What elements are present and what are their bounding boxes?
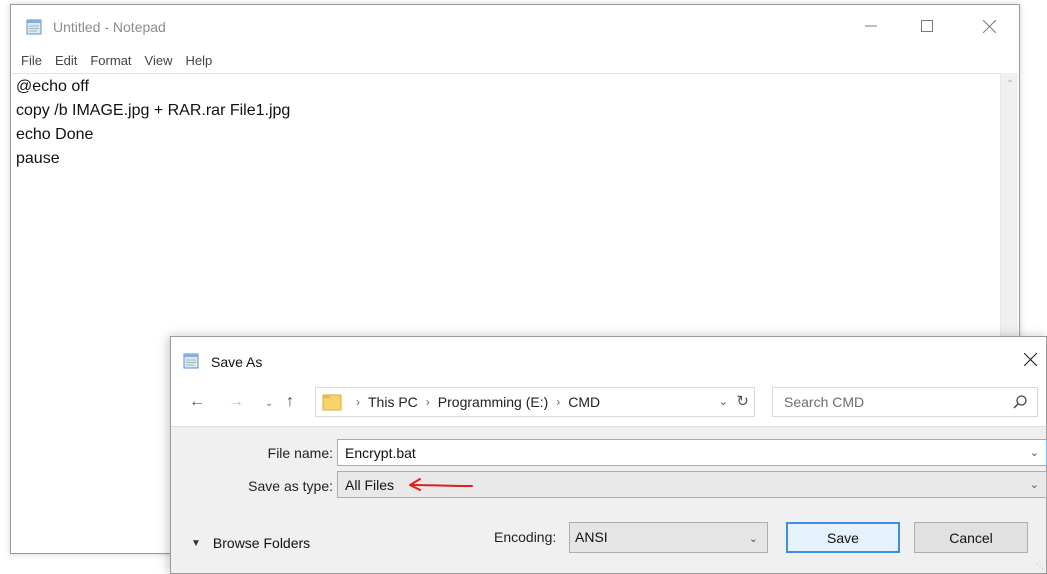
notepad-icon [183, 353, 199, 369]
scroll-up-icon[interactable]: ⌃ [1001, 79, 1019, 90]
chevron-down-icon: ⌄ [748, 533, 758, 545]
save-button[interactable]: Save [786, 522, 900, 553]
maximize-icon [921, 20, 933, 32]
search-input[interactable]: Search CMD [772, 387, 1038, 417]
menu-edit[interactable]: Edit [46, 49, 81, 73]
menu-file[interactable]: File [11, 49, 46, 73]
editor-line: copy /b IMAGE.jpg + RAR.rar File1.jpg [16, 102, 291, 119]
back-arrow-icon[interactable]: ← [189, 393, 205, 411]
search-icon [1013, 395, 1027, 409]
close-button[interactable] [966, 5, 1012, 47]
encoding-label: Encoding: [494, 529, 557, 545]
file-name-input[interactable]: Encrypt.bat ⌄ [337, 439, 1047, 466]
editor-line: echo Done [16, 126, 94, 143]
close-icon [982, 19, 996, 33]
save-as-type-label: Save as type: [248, 478, 333, 494]
folder-icon [322, 394, 342, 411]
breadcrumb-chevron-icon[interactable]: › [548, 395, 568, 409]
close-icon [1023, 352, 1037, 366]
breadcrumb-this-pc[interactable]: This PC [368, 394, 418, 410]
dialog-title: Save As [211, 354, 263, 370]
file-name-value: Encrypt.bat [345, 445, 416, 461]
file-name-label: File name: [267, 445, 333, 461]
chevron-down-icon[interactable]: ⌄ [1030, 478, 1039, 491]
menu-bar: File Edit Format View Help [11, 49, 216, 73]
search-placeholder: Search CMD [784, 394, 865, 410]
menu-help[interactable]: Help [176, 49, 216, 73]
maximize-button[interactable] [904, 5, 950, 47]
editor-line: @echo off [16, 78, 89, 95]
breadcrumb: › This PC › Programming (E:) › CMD [348, 388, 600, 416]
save-as-type-select[interactable]: All Files ⌄ [337, 471, 1047, 498]
encoding-value: ANSI [575, 529, 608, 545]
chevron-down-icon: ▼ [191, 537, 201, 549]
chevron-down-icon[interactable]: ⌄ [1030, 446, 1039, 459]
up-arrow-icon[interactable]: ↑ [286, 393, 294, 411]
window-title: Untitled - Notepad [53, 19, 166, 35]
breadcrumb-programming[interactable]: Programming (E:) [438, 394, 548, 410]
resize-grip-icon[interactable]: ⋱ [1036, 562, 1044, 571]
save-as-type-value: All Files [345, 477, 395, 493]
breadcrumb-chevron-icon[interactable]: › [418, 395, 438, 409]
minimize-icon [865, 25, 877, 27]
menu-view[interactable]: View [136, 49, 177, 73]
navigation-bar: ← → ⌄ ↑ › This PC › Programming (E:) › C… [171, 379, 1046, 427]
browse-folders-toggle[interactable]: ▼ Browse Folders [191, 535, 310, 551]
dialog-footer: ▼ Browse Folders Encoding: ANSI ⌄ Save C… [171, 509, 1046, 573]
address-bar[interactable]: › This PC › Programming (E:) › CMD ⌄ ↻ [315, 387, 755, 417]
forward-arrow-icon[interactable]: → [228, 393, 244, 411]
notepad-icon [26, 19, 42, 35]
breadcrumb-chevron-icon: › [356, 395, 360, 409]
breadcrumb-cmd[interactable]: CMD [568, 394, 600, 410]
red-arrow-annotation-icon [409, 478, 473, 491]
dialog-close-button[interactable] [1016, 345, 1044, 373]
menu-format[interactable]: Format [81, 49, 135, 73]
notepad-titlebar[interactable]: Untitled - Notepad [11, 5, 1019, 47]
encoding-select[interactable]: ANSI ⌄ [569, 522, 768, 553]
save-as-dialog: Save As ← → ⌄ ↑ › This PC › Programming … [170, 336, 1047, 574]
cancel-button[interactable]: Cancel [914, 522, 1028, 553]
recent-locations-chevron-icon[interactable]: ⌄ [265, 398, 273, 409]
browse-folders-label: Browse Folders [212, 535, 311, 551]
refresh-icon[interactable]: ↻ [736, 392, 749, 410]
address-dropdown-icon[interactable]: ⌄ [719, 395, 728, 408]
minimize-button[interactable] [848, 5, 894, 47]
dialog-titlebar[interactable]: Save As [171, 337, 1046, 379]
editor-line: pause [16, 150, 60, 167]
